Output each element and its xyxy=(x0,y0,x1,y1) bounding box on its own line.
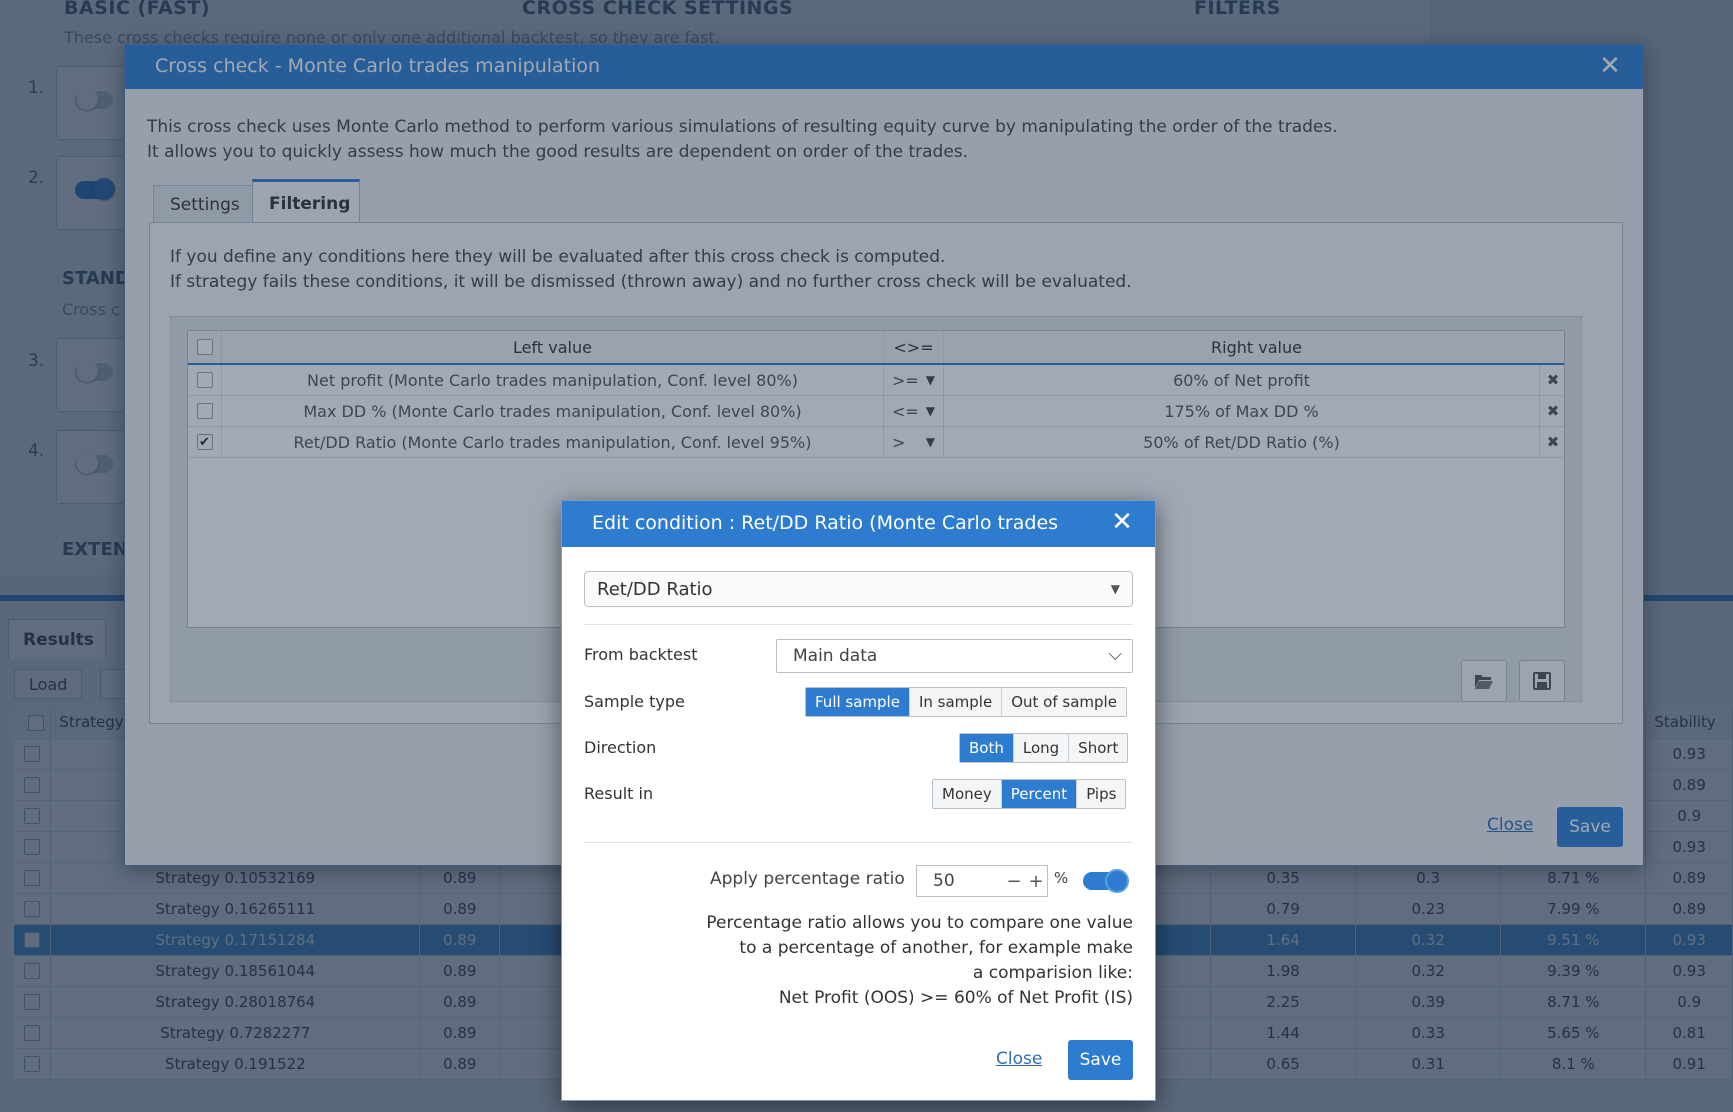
direction-both-option[interactable]: Both xyxy=(960,734,1014,762)
direction-selector: Both Long Short xyxy=(959,733,1129,763)
edit-condition-dialog: Edit condition : Ret/DD Ratio (Monte Car… xyxy=(561,500,1156,1101)
edit-close-link[interactable]: Close xyxy=(996,1049,1042,1069)
result-in-label: Result in xyxy=(584,784,654,803)
apply-ratio-toggle[interactable] xyxy=(1083,869,1129,893)
increment-button[interactable]: + xyxy=(1025,871,1047,892)
edit-dialog-titlebar: Edit condition : Ret/DD Ratio (Monte Car… xyxy=(562,501,1155,547)
ratio-input[interactable]: 50 xyxy=(917,871,1003,891)
close-icon[interactable]: ✕ xyxy=(1107,507,1137,537)
result-money-option[interactable]: Money xyxy=(933,780,1002,808)
edit-save-button[interactable]: Save xyxy=(1068,1040,1133,1080)
ratio-stepper: 50 − + xyxy=(916,865,1048,897)
result-percent-option[interactable]: Percent xyxy=(1001,780,1078,808)
apply-ratio-label: Apply percentage ratio xyxy=(710,869,905,889)
result-in-selector: Money Percent Pips xyxy=(932,779,1127,809)
sample-type-label: Sample type xyxy=(584,692,685,711)
triangle-down-icon: ▼ xyxy=(1110,582,1120,596)
from-backtest-select[interactable]: Main data ⌵ xyxy=(776,639,1133,673)
metric-select[interactable]: Ret/DD Ratio ▼ xyxy=(584,571,1133,607)
edit-dialog-title: Edit condition : Ret/DD Ratio (Monte Car… xyxy=(592,512,1059,534)
sample-type-selector: Full sample In sample Out of sample xyxy=(805,687,1127,717)
percent-unit: % xyxy=(1054,869,1069,887)
direction-long-option[interactable]: Long xyxy=(1013,734,1070,762)
sample-full-option[interactable]: Full sample xyxy=(806,688,910,716)
ratio-help-text: Percentage ratio allows you to compare o… xyxy=(706,913,1133,1008)
from-backtest-label: From backtest xyxy=(584,645,698,664)
sample-in-option[interactable]: In sample xyxy=(909,688,1003,716)
result-pips-option[interactable]: Pips xyxy=(1077,780,1126,808)
direction-label: Direction xyxy=(584,738,657,757)
decrement-button[interactable]: − xyxy=(1003,871,1025,892)
sample-out-option[interactable]: Out of sample xyxy=(1002,688,1126,716)
direction-short-option[interactable]: Short xyxy=(1069,734,1128,762)
chevron-down-icon: ⌵ xyxy=(1108,644,1122,665)
